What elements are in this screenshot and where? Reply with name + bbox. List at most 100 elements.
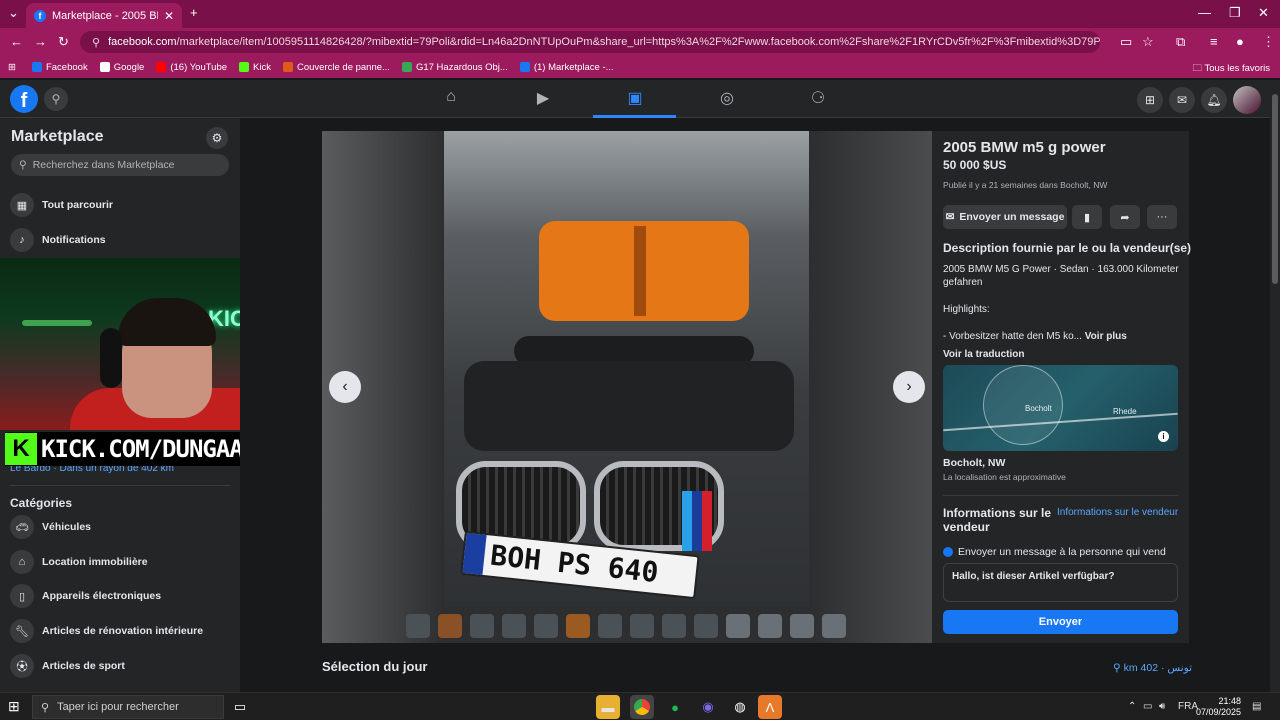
obs-icon[interactable]: ◍: [728, 695, 752, 719]
marketplace-icon[interactable]: ▣: [615, 88, 655, 110]
settings-gear-icon[interactable]: ⚙: [206, 127, 228, 149]
category-property-rentals[interactable]: ⌂ Location immobilière: [10, 548, 148, 576]
menu-grid-icon[interactable]: ⊞: [1137, 87, 1163, 113]
cast-icon[interactable]: ▭: [1120, 34, 1132, 50]
listing-photo[interactable]: BOH PS 640: [444, 131, 809, 607]
bookmark-facebook[interactable]: Facebook: [31, 62, 88, 73]
share-button[interactable]: ➦: [1110, 205, 1140, 229]
thumbnail[interactable]: [726, 614, 750, 638]
seller-info-link[interactable]: Informations sur le vendeur: [1057, 507, 1178, 518]
network-icon[interactable]: ▭: [1143, 701, 1152, 712]
discord-icon[interactable]: ◉: [696, 695, 720, 719]
search-icon[interactable]: ⚲: [44, 87, 68, 111]
thumbnail[interactable]: [694, 614, 718, 638]
thumbnail[interactable]: [438, 614, 462, 638]
sidebar-item-notifications[interactable]: ♪ Notifications: [10, 226, 106, 254]
file-explorer-icon[interactable]: ▬: [596, 695, 620, 719]
taskbar-search-input[interactable]: ⚲ Taper ici pour rechercher: [32, 695, 224, 719]
volume-icon[interactable]: 🔊︎: [1159, 701, 1165, 712]
see-more-link[interactable]: Voir plus: [1085, 331, 1127, 342]
message-textarea[interactable]: Hallo, ist dieser Artikel verfügbar?: [943, 563, 1178, 602]
tray-chevron-icon[interactable]: ⌃: [1128, 701, 1136, 712]
windows-start-icon[interactable]: ⊞: [8, 698, 20, 715]
profile-icon[interactable]: ●: [1236, 34, 1244, 49]
profile-avatar[interactable]: [1233, 86, 1261, 114]
reload-icon[interactable]: ↻: [58, 34, 69, 50]
thumbnail[interactable]: [662, 614, 686, 638]
extensions-icon[interactable]: ⧉: [1176, 34, 1185, 50]
thumbnail[interactable]: [470, 614, 494, 638]
sidebar-item-browse-all[interactable]: ▦ Tout parcourir: [10, 191, 113, 219]
media-icon[interactable]: ≡: [1210, 34, 1218, 49]
listing-title: 2005 BMW m5 g power: [943, 139, 1106, 156]
feed-location-link[interactable]: ⚲ km 402 · تونس: [1113, 662, 1192, 674]
all-bookmarks[interactable]: 🗀 Tous les favoris: [1193, 61, 1270, 77]
category-home-improvement[interactable]: 🔧︎ Articles de rénovation intérieure: [10, 617, 203, 645]
category-electronics[interactable]: ▯ Appareils électroniques: [10, 582, 161, 610]
send-message-button[interactable]: ✉ Envoyer un message: [943, 205, 1067, 229]
spotify-icon[interactable]: ●: [663, 695, 687, 719]
thumbnail[interactable]: [502, 614, 526, 638]
task-view-icon[interactable]: ▭: [228, 695, 252, 719]
tab-list-icon[interactable]: ⌄: [8, 5, 19, 21]
thumbnail[interactable]: [790, 614, 814, 638]
app-icon[interactable]: Λ: [758, 695, 782, 719]
restore-icon[interactable]: ❐: [1229, 5, 1241, 21]
next-photo-button[interactable]: ›: [893, 371, 925, 403]
chevron-left-icon: ‹: [342, 378, 348, 395]
back-icon[interactable]: ←: [10, 34, 23, 49]
category-sports[interactable]: ⚽︎ Articles de sport: [10, 652, 125, 680]
marketplace-search-input[interactable]: ⚲ Recherchez dans Marketplace: [11, 154, 229, 176]
address-path: /marketplace/item/1005951114826428/?mibe…: [176, 36, 1100, 48]
chrome-icon[interactable]: [630, 695, 654, 719]
thumbnail[interactable]: [630, 614, 654, 638]
bookmark-couvercle[interactable]: Couvercle de panne...: [283, 62, 390, 73]
category-vehicles[interactable]: 🚗︎ Véhicules: [10, 513, 91, 541]
video-icon[interactable]: ▶: [523, 88, 563, 110]
page-scrollbar[interactable]: [1270, 80, 1280, 692]
send-button[interactable]: Envoyer: [943, 610, 1178, 634]
bookmark-g17[interactable]: G17 Hazardous Obj...: [401, 62, 508, 73]
thumbnail[interactable]: [758, 614, 782, 638]
menu-icon[interactable]: ⋮: [1262, 34, 1275, 50]
groups-icon[interactable]: ◎: [707, 88, 747, 110]
save-button[interactable]: ▮: [1072, 205, 1102, 229]
address-bar[interactable]: ⚲ facebook.com/marketplace/item/10059511…: [80, 31, 1100, 53]
forward-icon[interactable]: →: [34, 34, 47, 49]
car-icon: 🚗︎: [10, 515, 34, 539]
info-icon[interactable]: i: [1158, 431, 1169, 442]
scrollbar-thumb[interactable]: [1272, 94, 1278, 284]
previous-photo-button[interactable]: ‹: [329, 371, 361, 403]
divider: [943, 495, 1178, 496]
bookmark-google[interactable]: Google: [99, 62, 144, 73]
thumbnail[interactable]: [566, 614, 590, 638]
home-icon[interactable]: ⌂: [431, 88, 471, 110]
bookmark-kick[interactable]: Kick: [239, 62, 271, 73]
bookmark-marketplace[interactable]: (1) Marketplace -...: [519, 62, 614, 73]
minimize-icon[interactable]: —: [1198, 5, 1211, 20]
clock[interactable]: 21:48 07/09/2025: [1196, 696, 1241, 718]
thumbnail[interactable]: [598, 614, 622, 638]
thumbnail[interactable]: [534, 614, 558, 638]
new-tab-icon[interactable]: +: [190, 5, 198, 20]
notifications-bell-icon[interactable]: 🔔︎: [1201, 87, 1227, 113]
more-options-button[interactable]: ···: [1147, 205, 1177, 229]
bookmark-youtube[interactable]: (16) YouTube: [156, 62, 227, 73]
messenger-icon[interactable]: ✉: [1169, 87, 1195, 113]
close-tab-icon[interactable]: ✕: [164, 9, 174, 23]
thumbnail[interactable]: [406, 614, 430, 638]
kick-banner: K KICK.COM/DUNGAA: [5, 432, 249, 466]
see-translation-link[interactable]: Voir la traduction: [943, 348, 1179, 361]
send-message-heading: Envoyer un message à la personne qui ven…: [943, 546, 1166, 558]
close-window-icon[interactable]: ✕: [1258, 5, 1269, 21]
thumbnail[interactable]: [822, 614, 846, 638]
browser-tab[interactable]: f Marketplace - 2005 BMW M5 G ✕: [26, 3, 182, 28]
language-indicator[interactable]: FRA: [1178, 701, 1198, 712]
bookmark-star-icon[interactable]: ☆: [1142, 34, 1154, 50]
site-info-icon[interactable]: ⚲: [92, 36, 100, 49]
notifications-icon[interactable]: ▤: [1252, 701, 1261, 712]
apps-icon[interactable]: ⊞: [8, 62, 16, 73]
facebook-logo-icon[interactable]: f: [10, 85, 38, 113]
gaming-icon[interactable]: ⚆: [798, 88, 838, 110]
location-map[interactable]: Bocholt Rhede i: [943, 365, 1178, 451]
